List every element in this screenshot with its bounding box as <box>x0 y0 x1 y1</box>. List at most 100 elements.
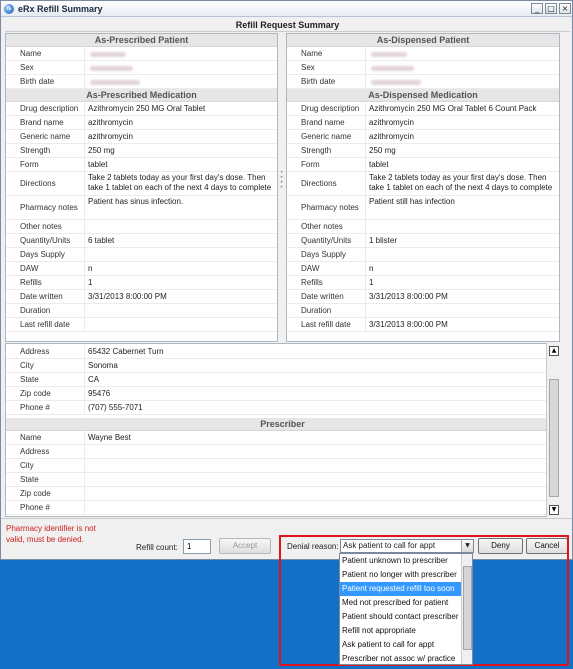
prescriber-rows: Name Wayne Best Address City State Zip code Ph… <box>6 431 559 515</box>
field-label: Brand name <box>301 118 345 127</box>
field-label: Name <box>301 49 323 58</box>
dropdown-scrollbar-thumb[interactable] <box>463 566 472 650</box>
field-row: Strength 250 mg <box>287 144 559 158</box>
scroll-up-icon[interactable]: ▲ <box>549 346 559 356</box>
field-label: Days Supply <box>20 250 65 259</box>
field-label: Drug description <box>301 104 360 113</box>
field-row: DAW n <box>287 262 559 276</box>
redacted-value <box>371 80 421 85</box>
close-button[interactable]: × <box>559 3 571 14</box>
field-row: Zip code 95476 <box>6 387 559 401</box>
field-label: Quantity/Units <box>301 236 352 245</box>
field-value: Take 2 tablets today as your first day's… <box>84 172 274 195</box>
redacted-value <box>371 66 414 71</box>
field-label: Brand name <box>20 118 64 127</box>
as-prescribed-patient-rows: Name Sex Birth date <box>6 47 277 89</box>
field-row: Quantity/Units 6 tablet <box>6 234 277 248</box>
field-label: Birth date <box>20 77 55 86</box>
as-dispensed-panel: As-Dispensed Patient Name Sex Birth date A… <box>286 33 560 342</box>
minimize-button[interactable]: _ <box>531 3 543 14</box>
field-value: 1 <box>84 276 274 289</box>
denial-option[interactable]: Prescriber not assoc w/ practice <box>340 652 461 664</box>
field-value: tablet <box>84 158 274 171</box>
field-row: Name <box>287 47 559 61</box>
field-label: Last refill date <box>20 320 70 329</box>
denial-option[interactable]: Med not prescribed for patient <box>340 596 461 610</box>
field-label: Drug description <box>20 104 79 113</box>
denial-option[interactable]: Ask patient to call for appt <box>340 638 461 652</box>
denial-option[interactable]: Refill not appropriate <box>340 624 461 638</box>
accept-button[interactable]: Accept <box>219 538 271 554</box>
field-row: Phone # <box>6 501 559 515</box>
maximize-button[interactable]: □ <box>545 3 557 14</box>
field-value: Sonoma <box>84 359 556 372</box>
field-label: Strength <box>301 146 332 155</box>
field-row: Drug description Azithromycin 250 MG Oral… <box>287 102 559 116</box>
field-row: Days Supply <box>287 248 559 262</box>
as-prescribed-medication-header: As-Prescribed Medication <box>6 89 277 102</box>
field-value: Azithromycin 250 MG Oral Tablet 6 Count … <box>365 102 556 115</box>
field-value: 3/31/2013 8:00:00 PM <box>365 318 556 331</box>
field-row: Directions Take 2 tablets today as your f… <box>287 172 559 196</box>
field-value <box>84 501 556 514</box>
field-label: Pharmacy notes <box>20 203 78 212</box>
field-value: 3/31/2013 8:00:00 PM <box>84 290 274 303</box>
dropdown-scrollbar[interactable] <box>461 554 472 664</box>
field-value: Take 2 tablets today as your first day's… <box>365 172 556 195</box>
field-row: Generic name azithromycin <box>287 130 559 144</box>
field-row: State <box>6 473 559 487</box>
field-value: 95476 <box>84 387 556 400</box>
field-label: Generic name <box>20 132 71 141</box>
denial-reason-dropdown-list[interactable]: Patient unknown to prescriber Patient no … <box>339 553 473 665</box>
field-value <box>84 248 274 261</box>
field-value: 3/31/2013 8:00:00 PM <box>365 290 556 303</box>
field-label: Birth date <box>301 77 336 86</box>
field-value: azithromycin <box>84 116 274 129</box>
field-label: Quantity/Units <box>20 236 71 245</box>
refill-count-label: Refill count: <box>136 543 178 552</box>
field-value: 6 tablet <box>84 234 274 247</box>
field-label: City <box>20 361 34 370</box>
panel-splitter-handle[interactable]: • • • • <box>279 170 284 191</box>
field-label: Refills <box>20 278 42 287</box>
details-scrollbar[interactable]: ▲ ▼ <box>546 343 560 517</box>
field-value: Patient has sinus infection. <box>84 196 274 219</box>
field-row: Last refill date 3/31/2013 8:00:00 PM <box>287 318 559 332</box>
as-prescribed-medication-rows: Drug description Azithromycin 250 MG Oral… <box>6 102 277 332</box>
field-row: Address <box>6 445 559 459</box>
field-label: State <box>20 375 39 384</box>
field-value: Azithromycin 250 MG Oral Tablet <box>84 102 274 115</box>
field-value: Patient still has infection <box>365 196 556 219</box>
field-value: azithromycin <box>365 130 556 143</box>
field-label: Sex <box>301 63 315 72</box>
field-label: Name <box>20 433 42 442</box>
field-row: Birth date <box>6 75 277 89</box>
field-label: Sex <box>20 63 34 72</box>
field-label: Duration <box>301 306 332 315</box>
as-dispensed-patient-header: As-Dispensed Patient <box>287 34 559 47</box>
field-row: Duration <box>6 304 277 318</box>
scroll-down-icon[interactable]: ▼ <box>549 505 559 515</box>
field-label: Name <box>20 49 42 58</box>
field-label: Phone # <box>20 403 50 412</box>
field-label: Form <box>20 160 39 169</box>
refill-summary-window: ℞ eRx Refill Summary _ □ × Refill Reques… <box>0 0 573 560</box>
field-value: azithromycin <box>365 116 556 129</box>
field-row: Phone # (707) 555-7071 <box>6 401 559 415</box>
denial-option[interactable]: Patient unknown to prescriber <box>340 554 461 568</box>
title-bar[interactable]: ℞ eRx Refill Summary _ □ × <box>1 1 572 17</box>
redacted-value <box>90 80 140 85</box>
redacted-value <box>90 52 126 57</box>
field-value <box>84 487 556 500</box>
field-row: Drug description Azithromycin 250 MG Oral… <box>6 102 277 116</box>
denial-option[interactable]: Patient requested refill too soon <box>340 582 461 596</box>
scrollbar-thumb[interactable] <box>549 379 559 497</box>
refill-count-input[interactable] <box>183 539 211 554</box>
field-value <box>365 304 556 317</box>
field-label: Generic name <box>301 132 352 141</box>
denial-option[interactable]: Patient should contact prescriber <box>340 610 461 624</box>
field-row: Directions Take 2 tablets today as your f… <box>6 172 277 196</box>
denial-option[interactable]: Patient no longer with prescriber <box>340 568 461 582</box>
field-value: 65432 Cabernet Turn <box>84 345 556 358</box>
field-label: Other notes <box>20 222 62 231</box>
